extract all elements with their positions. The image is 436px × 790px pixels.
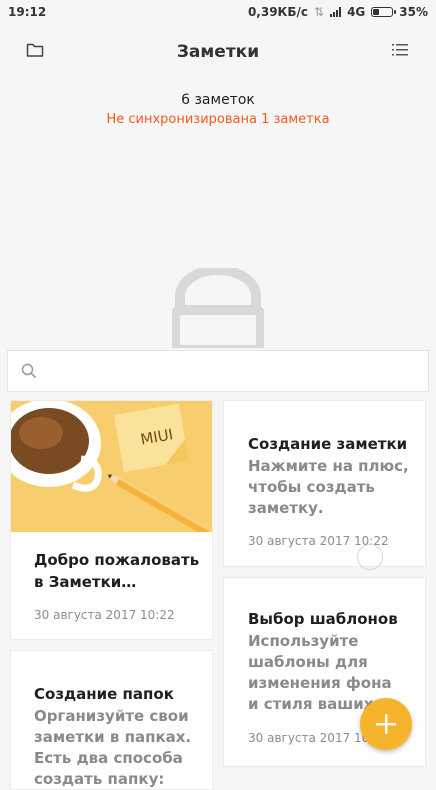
note-body-line: изменения фона bbox=[248, 674, 392, 692]
note-body-line: Есть два способа bbox=[34, 749, 183, 767]
battery-percent: 35% bbox=[399, 5, 428, 19]
network-speed: 0,39КБ/с bbox=[247, 5, 308, 19]
signal-icon bbox=[330, 7, 342, 17]
note-title: Выбор шаблонов bbox=[248, 610, 398, 628]
battery-fill bbox=[373, 9, 380, 15]
note-body-line: шаблоны для bbox=[248, 653, 368, 671]
search-input[interactable] bbox=[48, 361, 422, 383]
note-card[interactable]: Создание заметки Нажмите на плюс, чтобы … bbox=[223, 400, 426, 567]
note-date: 30 августа 2017 10:22 bbox=[34, 608, 175, 622]
note-body-line: Организуйте свои bbox=[34, 707, 189, 725]
notes-summary: 6 заметок Не синхронизирована 1 заметка bbox=[0, 92, 436, 127]
note-card[interactable]: Создание папок Организуйте свои заметки … bbox=[10, 650, 213, 790]
search-icon bbox=[21, 363, 37, 379]
note-body: Нажмите на плюс, чтобы создать заметку. bbox=[248, 457, 409, 517]
app-header: Заметки bbox=[0, 26, 436, 80]
note-title: Создание папок bbox=[34, 685, 174, 703]
status-bar: 19:12 0,39КБ/с ⇅ 4G 35% bbox=[0, 0, 436, 26]
note-title: Добро пожаловать в Заметки… bbox=[34, 551, 200, 591]
data-transfer-icon: ⇅ bbox=[314, 5, 325, 19]
network-type: 4G bbox=[347, 5, 366, 19]
note-title: Создание заметки bbox=[248, 435, 408, 453]
add-note-button[interactable] bbox=[360, 698, 412, 750]
touch-indicator bbox=[357, 544, 383, 570]
plus-icon bbox=[376, 714, 396, 734]
note-body: Организуйте свои заметки в папках. Есть … bbox=[34, 706, 209, 789]
battery-icon bbox=[371, 7, 397, 17]
note-illustration: MIUI bbox=[11, 401, 212, 532]
note-body-line: заметки в папках. bbox=[34, 728, 192, 746]
status-right: 0,39КБ/с ⇅ 4G 35% bbox=[248, 5, 428, 19]
note-body-line: Используйте bbox=[248, 632, 359, 650]
list-icon[interactable] bbox=[392, 42, 408, 58]
unlock-icon bbox=[172, 268, 264, 348]
note-date: 30 августа 2017 10: bbox=[248, 731, 374, 745]
search-bar[interactable] bbox=[7, 350, 429, 392]
status-time: 19:12 bbox=[8, 5, 47, 19]
page-title: Заметки bbox=[176, 42, 260, 62]
notes-count: 6 заметок bbox=[181, 92, 255, 108]
sync-status[interactable]: Не синхронизирована 1 заметка bbox=[0, 112, 436, 127]
note-card[interactable]: MIUI Добро пожаловать в Заметки… 30 авгу… bbox=[10, 400, 213, 640]
note-body-line: создать папку: bbox=[34, 770, 165, 788]
